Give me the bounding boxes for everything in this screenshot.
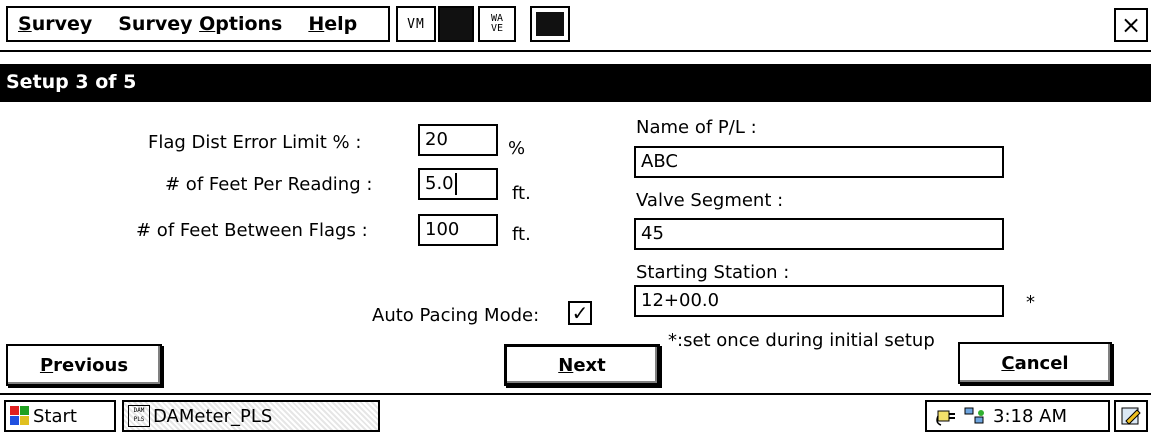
close-button[interactable]: × — [1114, 8, 1148, 42]
close-icon: × — [1120, 11, 1142, 39]
menu-survey-options[interactable]: Survey Options — [118, 13, 282, 35]
cancel-button[interactable]: Cancel — [958, 342, 1112, 384]
flag-dist-input[interactable]: 20 — [418, 124, 498, 156]
taskbar: Start DAM PLS DAMeter_PLS 3:18 AM — [0, 393, 1151, 436]
notepad-pencil-icon — [1121, 407, 1141, 425]
feet-between-flags-label: # of Feet Between Flags : — [136, 220, 368, 241]
start-label: Start — [33, 405, 77, 427]
auto-pacing-label: Auto Pacing Mode: — [372, 305, 540, 326]
feet-per-reading-unit: ft. — [512, 183, 531, 204]
pl-name-label: Name of P/L : — [636, 117, 757, 138]
network-icon[interactable] — [963, 405, 987, 427]
menu-survey[interactable]: Survey — [18, 13, 92, 35]
next-button[interactable]: Next — [504, 344, 660, 386]
starting-station-label: Starting Station : — [636, 262, 790, 283]
feet-per-reading-input[interactable]: 5.0 — [418, 168, 498, 200]
vm-button[interactable]: VM — [396, 6, 436, 42]
checkmark-icon: ✓ — [571, 301, 589, 325]
wave-button[interactable]: WA VE — [478, 6, 516, 42]
power-plug-icon[interactable] — [935, 405, 961, 427]
feet-between-flags-unit: ft. — [512, 224, 531, 245]
desktop-button[interactable] — [1114, 400, 1148, 432]
taskbar-app-label: DAMeter_PLS — [153, 405, 273, 427]
vm-label: VM — [407, 16, 425, 32]
valve-segment-label: Valve Segment : — [636, 190, 784, 211]
flag-dist-unit: % — [508, 138, 526, 159]
windows-flag-icon — [10, 406, 30, 426]
flag-dist-label: Flag Dist Error Limit % : — [148, 132, 362, 153]
auto-pacing-checkbox[interactable]: ✓ — [568, 301, 592, 325]
start-button[interactable]: Start — [4, 400, 116, 432]
dialog-title: Setup 3 of 5 — [6, 71, 137, 93]
valve-segment-input[interactable]: 45 — [634, 218, 1004, 250]
dameter-app-icon: DAM PLS — [128, 405, 150, 427]
system-tray: 3:18 AM — [925, 400, 1110, 432]
previous-button[interactable]: Previous — [6, 344, 162, 386]
pl-name-input[interactable]: ABC — [634, 146, 1004, 178]
wave-indicator[interactable] — [530, 6, 570, 42]
setup-note: *:set once during initial setup — [668, 330, 935, 351]
dialog-title-bar: Setup 3 of 5 — [0, 64, 1151, 102]
taskbar-app-dameter[interactable]: DAM PLS DAMeter_PLS — [122, 400, 380, 432]
vm-indicator[interactable] — [438, 6, 474, 42]
menu-help[interactable]: Help — [308, 13, 357, 35]
wave-indicator-fill — [536, 12, 564, 36]
menu-bar: Survey Survey Options Help VM WA VE × — [0, 0, 1151, 52]
clock[interactable]: 3:18 AM — [993, 406, 1067, 427]
wave-label: WA VE — [490, 13, 504, 34]
feet-between-flags-input[interactable]: 100 — [418, 214, 498, 246]
starting-station-input[interactable]: 12+00.0 — [634, 285, 1004, 317]
menu-group: Survey Survey Options Help — [6, 6, 390, 42]
text-cursor — [454, 173, 457, 195]
feet-per-reading-label: # of Feet Per Reading : — [165, 174, 373, 195]
starting-station-marker: * — [1026, 292, 1035, 313]
